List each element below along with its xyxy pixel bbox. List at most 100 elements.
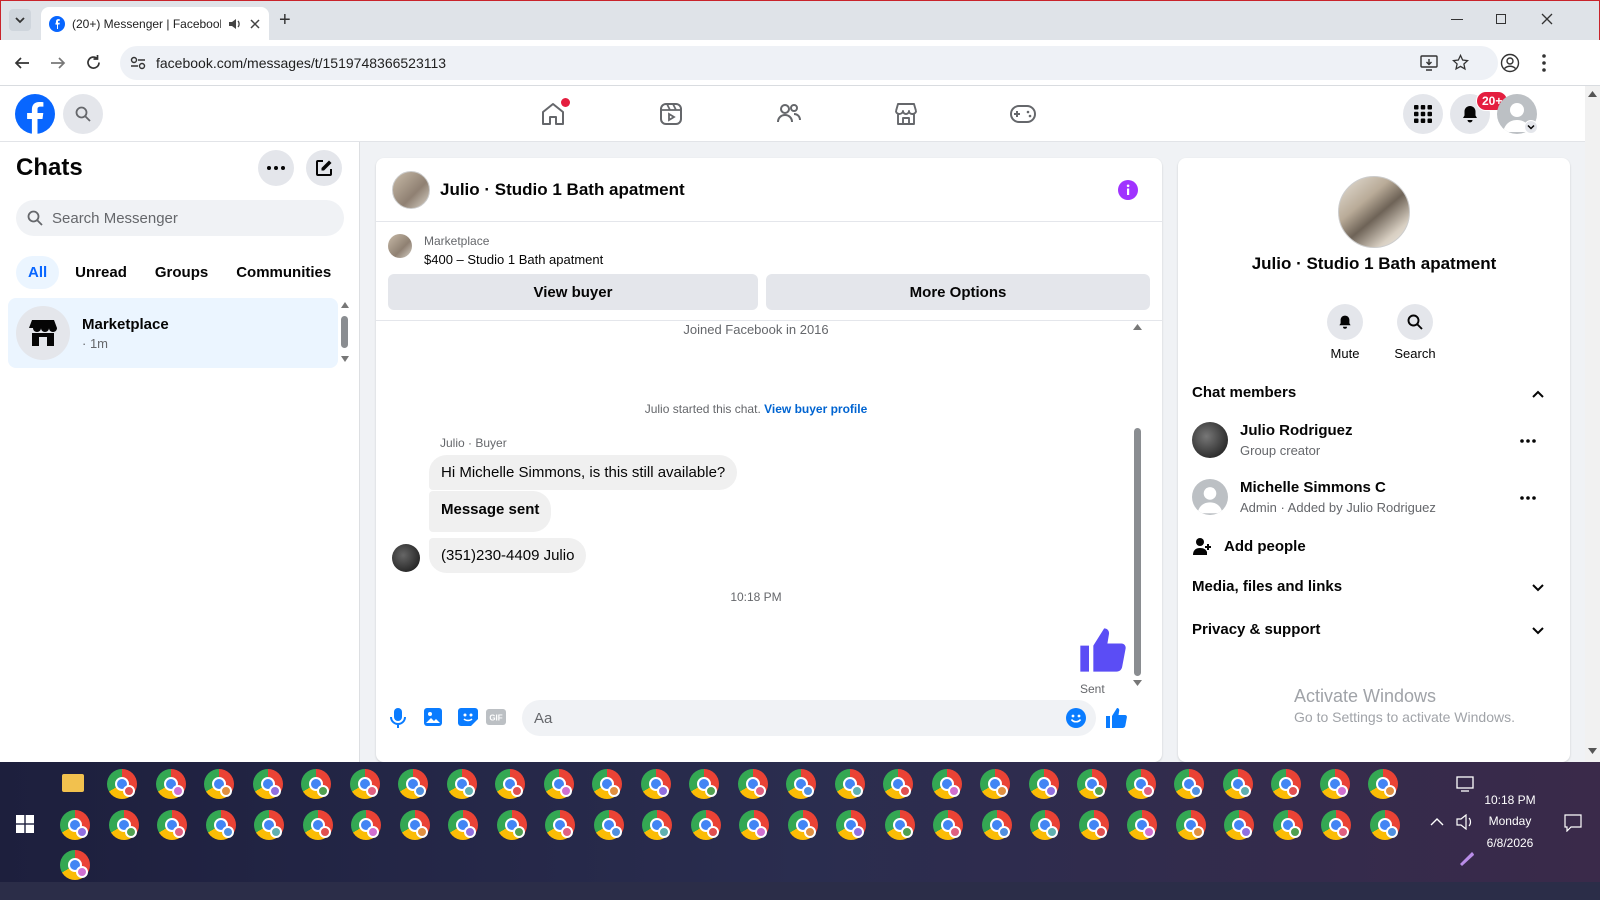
chrome-profile-icon[interactable] (836, 810, 866, 840)
sticker-icon[interactable] (458, 708, 478, 726)
chrome-profile-icon[interactable] (689, 769, 719, 799)
chrome-profile-icon[interactable] (786, 769, 816, 799)
photo-icon[interactable] (424, 708, 442, 726)
filter-groups[interactable]: Groups (143, 256, 220, 289)
chat-members-section-header[interactable]: Chat members (1192, 384, 1548, 408)
menu-button[interactable] (1403, 94, 1443, 134)
scroll-thumb[interactable] (1134, 428, 1141, 676)
scroll-down-icon[interactable] (1133, 680, 1142, 686)
chrome-profile-icon[interactable] (399, 810, 430, 840)
taskbar-day[interactable]: Monday (1470, 814, 1550, 828)
chrome-profile-icon[interactable] (349, 769, 380, 799)
nav-gaming[interactable] (993, 94, 1053, 134)
close-tab-icon[interactable] (249, 18, 261, 30)
chrome-profile-icon[interactable] (640, 769, 671, 799)
view-buyer-profile-link[interactable]: View buyer profile (764, 402, 867, 416)
chrome-profile-icon[interactable] (496, 810, 527, 840)
info-icon[interactable] (1118, 180, 1138, 200)
chrome-profile-icon[interactable] (155, 769, 186, 799)
taskbar-date[interactable]: 6/8/2026 (1470, 836, 1550, 850)
chrome-profile-icon[interactable] (60, 810, 90, 840)
reload-icon[interactable] (85, 54, 102, 71)
browser-tab[interactable]: (20+) Messenger | Facebook (41, 7, 269, 41)
chrome-profile-icon[interactable] (108, 810, 139, 840)
close-window-icon[interactable] (1541, 13, 1553, 25)
chrome-profile-icon[interactable] (252, 769, 283, 799)
forward-arrow-icon[interactable] (50, 55, 66, 71)
chrome-profile-icon[interactable] (1321, 810, 1351, 840)
add-people-button[interactable]: Add people (1192, 534, 1492, 558)
chrome-profile-icon[interactable] (787, 810, 818, 840)
member-options-icon[interactable] (1520, 439, 1536, 443)
chrome-profile-icon[interactable] (1125, 769, 1156, 799)
member-options-icon[interactable] (1520, 496, 1536, 500)
chrome-profile-icon[interactable] (834, 769, 865, 799)
chrome-profile-icon[interactable] (981, 810, 1012, 840)
facebook-search-button[interactable] (63, 94, 103, 134)
filter-all[interactable]: All (16, 256, 60, 289)
chrome-profile-icon[interactable] (1030, 810, 1060, 840)
nav-video[interactable] (641, 94, 701, 134)
filter-unread[interactable]: Unread (63, 256, 139, 289)
chrome-profile-icon[interactable] (1319, 769, 1350, 799)
member-name[interactable]: Julio Rodriguez (1240, 422, 1353, 439)
chrome-profile-icon[interactable] (1368, 769, 1398, 799)
chrome-profile-icon[interactable] (543, 769, 574, 799)
chrome-profile-icon[interactable] (157, 810, 187, 840)
chats-options-button[interactable] (258, 150, 294, 186)
chrome-profile-icon[interactable] (931, 769, 962, 799)
page-scrollbar[interactable] (1585, 86, 1600, 762)
media-section-header[interactable]: Media, files and links (1192, 578, 1548, 602)
filter-communities[interactable]: Communities (224, 256, 343, 289)
windows-start-icon[interactable] (16, 815, 34, 833)
site-info-icon[interactable] (130, 56, 146, 70)
chrome-profile-icon[interactable] (592, 769, 622, 799)
chrome-profile-icon[interactable] (739, 810, 769, 840)
speaker-icon[interactable] (228, 18, 242, 30)
facebook-logo-icon[interactable] (15, 94, 55, 134)
browser-menu-icon[interactable] (1542, 54, 1546, 72)
chrome-profile-icon[interactable] (690, 810, 721, 840)
bookmark-star-icon[interactable] (1452, 54, 1469, 71)
chrome-profile-icon[interactable] (1174, 769, 1204, 799)
chrome-profile-icon[interactable] (205, 810, 236, 840)
chrome-profile-icon[interactable] (642, 810, 672, 840)
chrome-profile-icon[interactable] (1127, 810, 1157, 840)
search-messenger-input[interactable]: Search Messenger (16, 200, 344, 236)
member-avatar[interactable] (1192, 422, 1228, 458)
send-like-icon[interactable] (1104, 706, 1128, 730)
scroll-thumb[interactable] (341, 316, 348, 348)
chat-list-item[interactable]: Marketplace · 1m (8, 298, 338, 368)
notifications-button[interactable]: 20+ (1450, 91, 1509, 134)
view-buyer-button[interactable]: View buyer (388, 274, 758, 310)
nav-friends[interactable] (759, 94, 819, 134)
scroll-up-icon[interactable] (341, 302, 349, 308)
chrome-profile-icon[interactable] (1077, 769, 1107, 799)
emoji-icon[interactable] (1066, 708, 1086, 728)
scroll-down-icon[interactable] (1588, 748, 1597, 754)
tab-search-button[interactable] (9, 9, 31, 31)
chrome-profile-icon[interactable] (1271, 769, 1301, 799)
chrome-profile-icon[interactable] (1078, 810, 1109, 840)
chrome-profile-icon[interactable] (302, 810, 333, 840)
chrome-profile-icon[interactable] (884, 810, 915, 840)
conversation-title[interactable]: Julio · Studio 1 Bath apatment (440, 180, 685, 200)
scroll-up-icon[interactable] (1588, 91, 1597, 97)
chrome-profile-icon[interactable] (545, 810, 575, 840)
more-options-button[interactable]: More Options (766, 274, 1150, 310)
conversation-avatar[interactable] (392, 171, 430, 209)
file-explorer-icon[interactable] (62, 774, 84, 792)
profile-icon[interactable] (1500, 53, 1520, 73)
chrome-profile-icon[interactable] (1369, 810, 1400, 840)
pen-icon[interactable] (1458, 850, 1476, 866)
member-avatar[interactable] (1192, 479, 1228, 515)
chrome-profile-icon[interactable] (448, 810, 478, 840)
chrome-profile-icon[interactable] (398, 769, 428, 799)
message-bubble[interactable]: Message sent (429, 491, 552, 532)
address-bar[interactable]: facebook.com/messages/t/1519748366523113 (120, 46, 1498, 80)
scroll-down-icon[interactable] (341, 356, 349, 362)
message-bubble[interactable]: Hi Michelle Simmons, is this still avail… (429, 455, 738, 490)
member-name[interactable]: Michelle Simmons C (1240, 479, 1386, 496)
microphone-icon[interactable] (390, 708, 406, 728)
chrome-profile-icon[interactable] (1224, 810, 1254, 840)
